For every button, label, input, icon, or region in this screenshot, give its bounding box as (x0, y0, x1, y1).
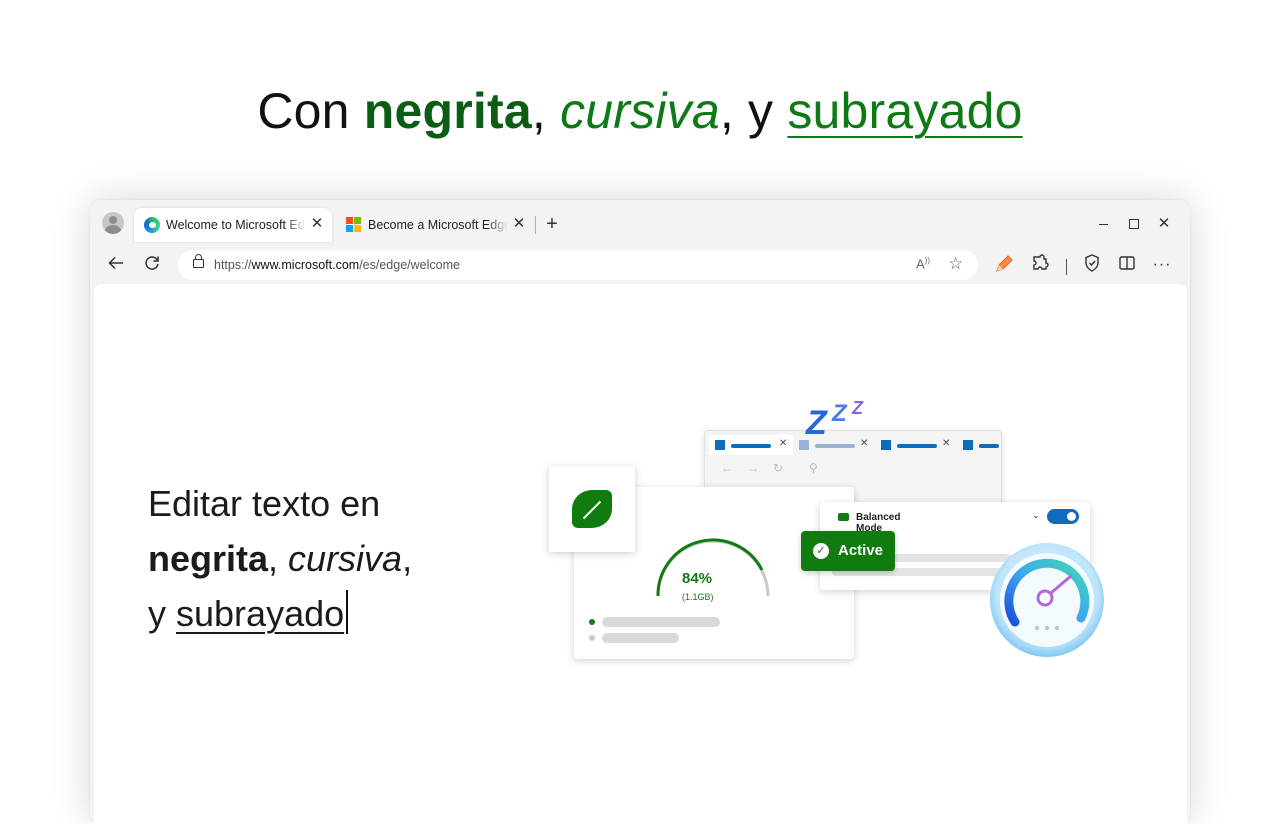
status-dot (589, 635, 595, 641)
read-aloud-icon[interactable]: A)) (916, 256, 930, 271)
page-headline: Con negrita, cursiva, y subrayado (0, 82, 1280, 140)
headline-italic-word: cursiva (560, 83, 720, 139)
tab-title: Welcome to Microsoft Edge (166, 218, 306, 232)
tab-strip: Welcome to Microsoft Edge ✕ Become a Mic… (90, 200, 1190, 246)
address-bar[interactable]: https://www.microsoft.com/es/edge/welcom… (178, 250, 978, 280)
close-window-icon[interactable]: ✕ (1152, 212, 1176, 236)
tab-divider (535, 216, 536, 234)
toolbar: https://www.microsoft.com/es/edge/welcom… (90, 246, 1190, 284)
minimize-icon[interactable] (1092, 212, 1116, 236)
microsoft-logo-icon (346, 217, 362, 233)
pen-icon[interactable] (992, 253, 1016, 277)
maximize-icon[interactable] (1122, 212, 1146, 236)
lead-text[interactable]: Editar texto en negrita, cursiva, y subr… (148, 476, 508, 641)
leaf-icon (572, 490, 612, 528)
lead-line-1: Editar texto en (148, 483, 381, 524)
browser-essentials-icon[interactable] (1080, 253, 1104, 277)
new-tab-button[interactable]: + (541, 213, 563, 235)
placeholder-bar (602, 633, 679, 643)
headline-underline-word: subrayado (787, 83, 1023, 139)
reload-icon[interactable] (140, 253, 164, 277)
status-dot (589, 619, 595, 625)
active-badge: ✓ Active (801, 531, 895, 571)
lead-italic-word: cursiva (288, 538, 403, 579)
extensions-icon[interactable] (1028, 253, 1052, 277)
headline-bold-word: negrita (363, 83, 532, 139)
headline-prefix: Con (257, 83, 364, 139)
browser-window: Welcome to Microsoft Edge ✕ Become a Mic… (90, 200, 1190, 824)
edge-icon (144, 217, 160, 233)
placeholder-bar (602, 617, 720, 627)
toolbar-divider (1066, 259, 1067, 275)
efficiency-toggle (1047, 509, 1079, 524)
back-icon[interactable] (104, 253, 128, 277)
battery-leaf-icon (838, 513, 849, 521)
performance-gauge-icon (990, 543, 1104, 657)
more-icon[interactable]: ··· (1150, 253, 1174, 277)
profile-avatar-icon[interactable] (102, 212, 124, 234)
url-text[interactable]: https://www.microsoft.com/es/edge/welcom… (214, 258, 460, 272)
text-cursor (346, 590, 349, 634)
tab-insider[interactable]: Become a Microsoft Edge Insider ✕ (336, 208, 534, 242)
tab-welcome[interactable]: Welcome to Microsoft Edge ✕ (134, 208, 332, 242)
headline-separator: , (531, 83, 561, 139)
chevron-down-icon: ⌄ (1032, 510, 1040, 520)
memory-percent: 84% (1.1GB) (682, 570, 714, 602)
tab-title: Become a Microsoft Edge Insider (368, 218, 508, 232)
checkmark-icon: ✓ (813, 543, 829, 559)
efficiency-leaf-card (549, 466, 635, 552)
lock-icon[interactable] (193, 254, 204, 268)
split-screen-icon[interactable] (1115, 253, 1139, 277)
lead-bold-word: negrita (148, 538, 269, 579)
headline-separator: , y (719, 83, 788, 139)
page-content: Editar texto en negrita, cursiva, y subr… (94, 284, 1187, 824)
favorites-star-icon[interactable]: ☆ (948, 254, 963, 274)
tab-close-icon[interactable]: ✕ (308, 215, 326, 233)
lead-underline-word: subrayado (176, 593, 345, 634)
tab-close-icon[interactable]: ✕ (510, 215, 528, 233)
